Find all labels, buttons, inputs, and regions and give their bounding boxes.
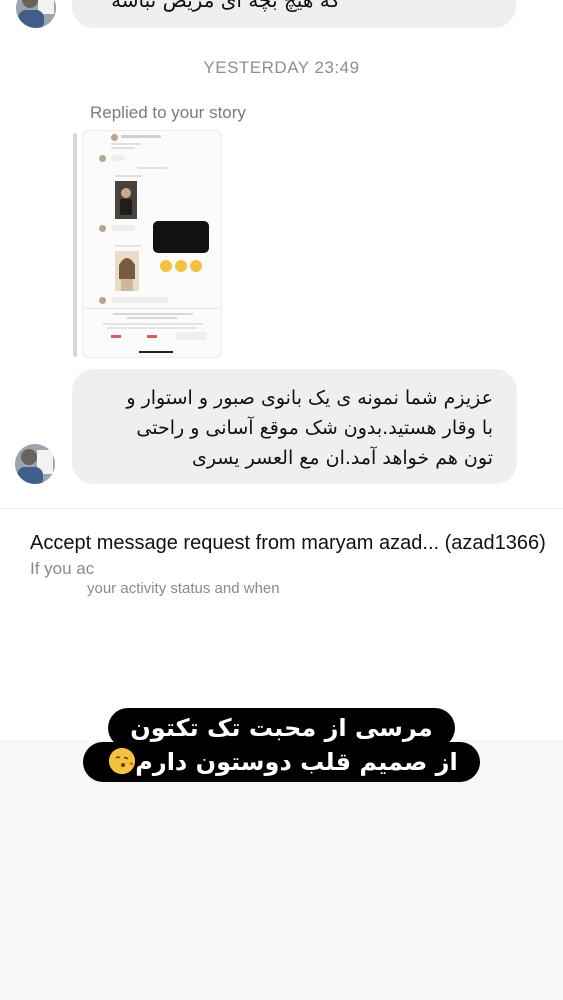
sender-avatar[interactable] — [15, 444, 55, 484]
story-reply-bar — [73, 133, 77, 357]
message-line-1: عزیزم شما نمونه ی یک بانوی صبور و استوار… — [126, 387, 493, 409]
story-thumbnail[interactable] — [82, 130, 222, 358]
mini-bubble — [111, 297, 169, 303]
mini-username — [121, 135, 161, 138]
message-line-2: با وقار هستید.بدون شک موقع آسانی و راحتی — [136, 417, 493, 439]
story-reply-label: Replied to your story — [90, 103, 246, 122]
sender-avatar-top[interactable] — [16, 0, 56, 28]
mini-accept-body — [107, 327, 197, 329]
mini-accept-body — [103, 323, 203, 325]
message-bubble-reply[interactable]: عزیزم شما نمونه ی یک بانوی صبور و استوار… — [72, 369, 517, 484]
mini-divider — [83, 308, 221, 309]
mini-avatar — [111, 134, 118, 141]
mini-line — [111, 143, 141, 145]
mini-timestamp — [137, 167, 167, 169]
message-text: که هیچ بچه ای مریض نباشه — [111, 0, 340, 12]
message-timestamp: YESTERDAY 23:49 — [203, 58, 360, 77]
mini-bubble — [111, 225, 135, 231]
mini-home-indicator — [139, 351, 173, 353]
accept-request-panel: Accept message request from maryam azad.… — [0, 508, 563, 741]
mini-delete-button — [147, 335, 157, 338]
caption-line-2-box: از صمیم قلب دوستون دارم — [83, 742, 480, 782]
mini-emoji-row — [159, 257, 205, 272]
mini-block-button — [111, 335, 121, 338]
mini-reply-label — [115, 245, 141, 247]
message-line-3: تون هم خواهد آمد.ان مع العسر یسری — [191, 447, 493, 469]
mini-photo — [115, 251, 139, 291]
mini-accept-title — [127, 317, 177, 319]
accept-request-title: Accept message request from maryam azad.… — [30, 532, 546, 554]
mini-reply-label — [115, 175, 141, 177]
accept-request-body-2: your activity status and when — [87, 580, 280, 597]
mini-dark-sticker — [153, 221, 209, 253]
mini-avatar — [99, 225, 106, 232]
mini-photo — [115, 181, 137, 219]
message-bubble-top[interactable]: که هیچ بچه ای مریض نباشه — [72, 0, 516, 28]
kissing-face-emoji-icon — [109, 748, 136, 774]
mini-bubble — [111, 155, 125, 161]
caption-text-2: از صمیم قلب دوستون دارم — [135, 748, 458, 776]
mini-line — [111, 147, 135, 149]
story-caption-line-2: از صمیم قلب دوستون دارم — [0, 742, 563, 782]
mini-avatar — [99, 155, 106, 162]
mini-avatar — [99, 297, 106, 304]
mini-accept-title — [113, 313, 193, 315]
mini-accept-button — [175, 332, 207, 340]
